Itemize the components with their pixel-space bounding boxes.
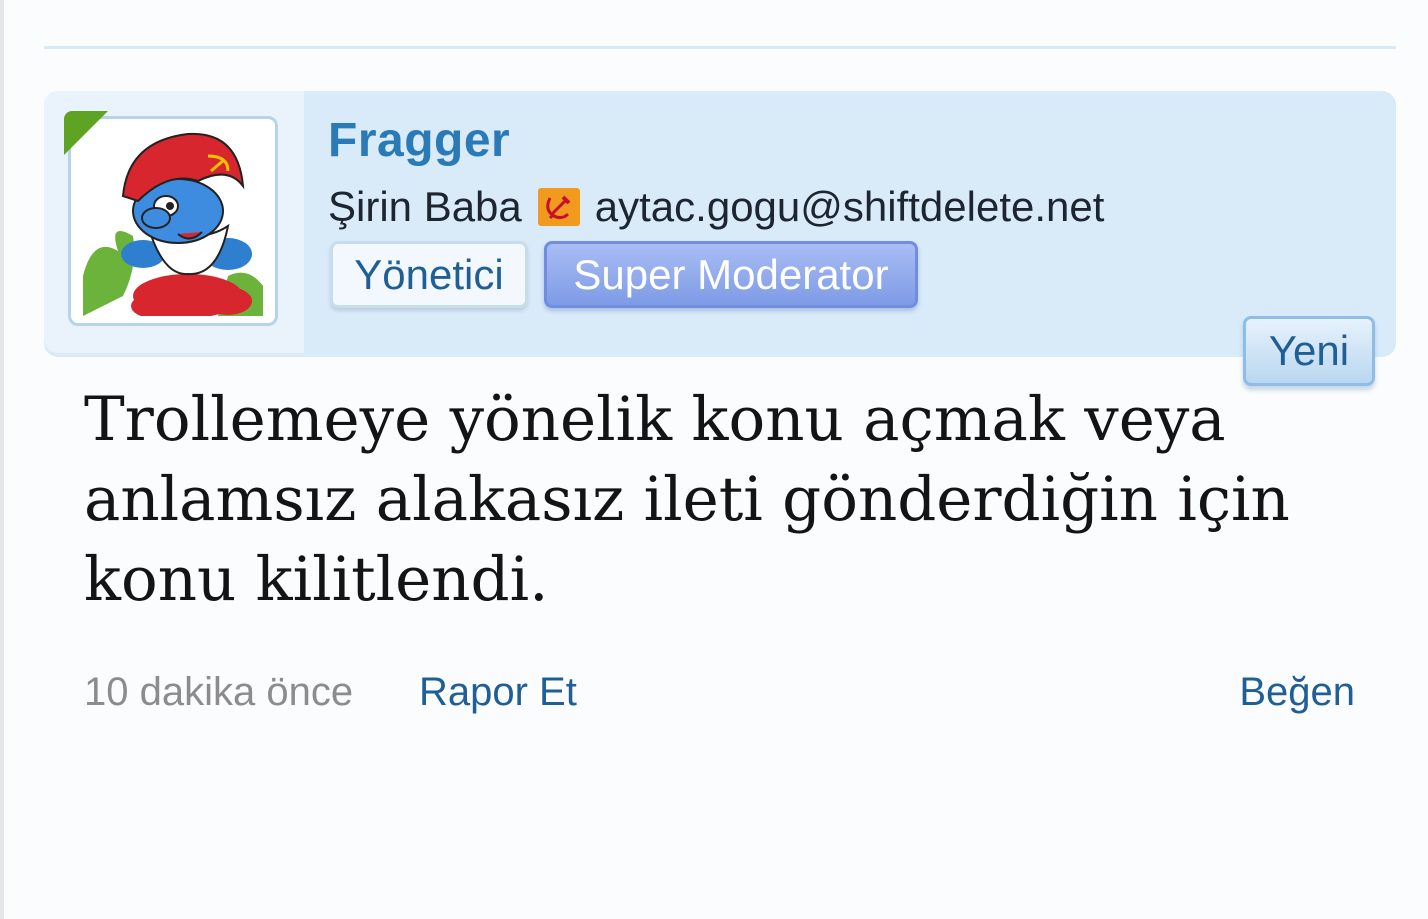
post-timestamp[interactable]: 10 dakika önce	[84, 668, 353, 716]
report-link[interactable]: Rapor Et	[419, 668, 577, 716]
hammer-sickle-icon	[537, 188, 580, 226]
online-indicator	[64, 111, 108, 155]
like-link[interactable]: Beğen	[1239, 668, 1355, 716]
username[interactable]: Fragger	[328, 117, 510, 165]
user-title: Şirin Baba	[328, 183, 522, 230]
post-user-header: Fragger Şirin Baba aytac.gogu@shiftdelet…	[44, 91, 1396, 357]
user-title-row: Şirin Baba aytac.gogu@shiftdelete.net	[328, 183, 1104, 231]
avatar-panel	[44, 91, 304, 353]
user-email: aytac.gogu@shiftdelete.net	[594, 183, 1105, 230]
left-edge-border	[0, 0, 4, 919]
post-message: Trollemeye yönelik konu açmak veya anlam…	[84, 384, 1290, 615]
new-post-badge: Yeni	[1243, 316, 1375, 386]
separator-line	[44, 46, 1396, 49]
role-banner-super-moderator: Super Moderator	[544, 241, 918, 308]
role-banner-admin: Yönetici	[330, 241, 528, 308]
